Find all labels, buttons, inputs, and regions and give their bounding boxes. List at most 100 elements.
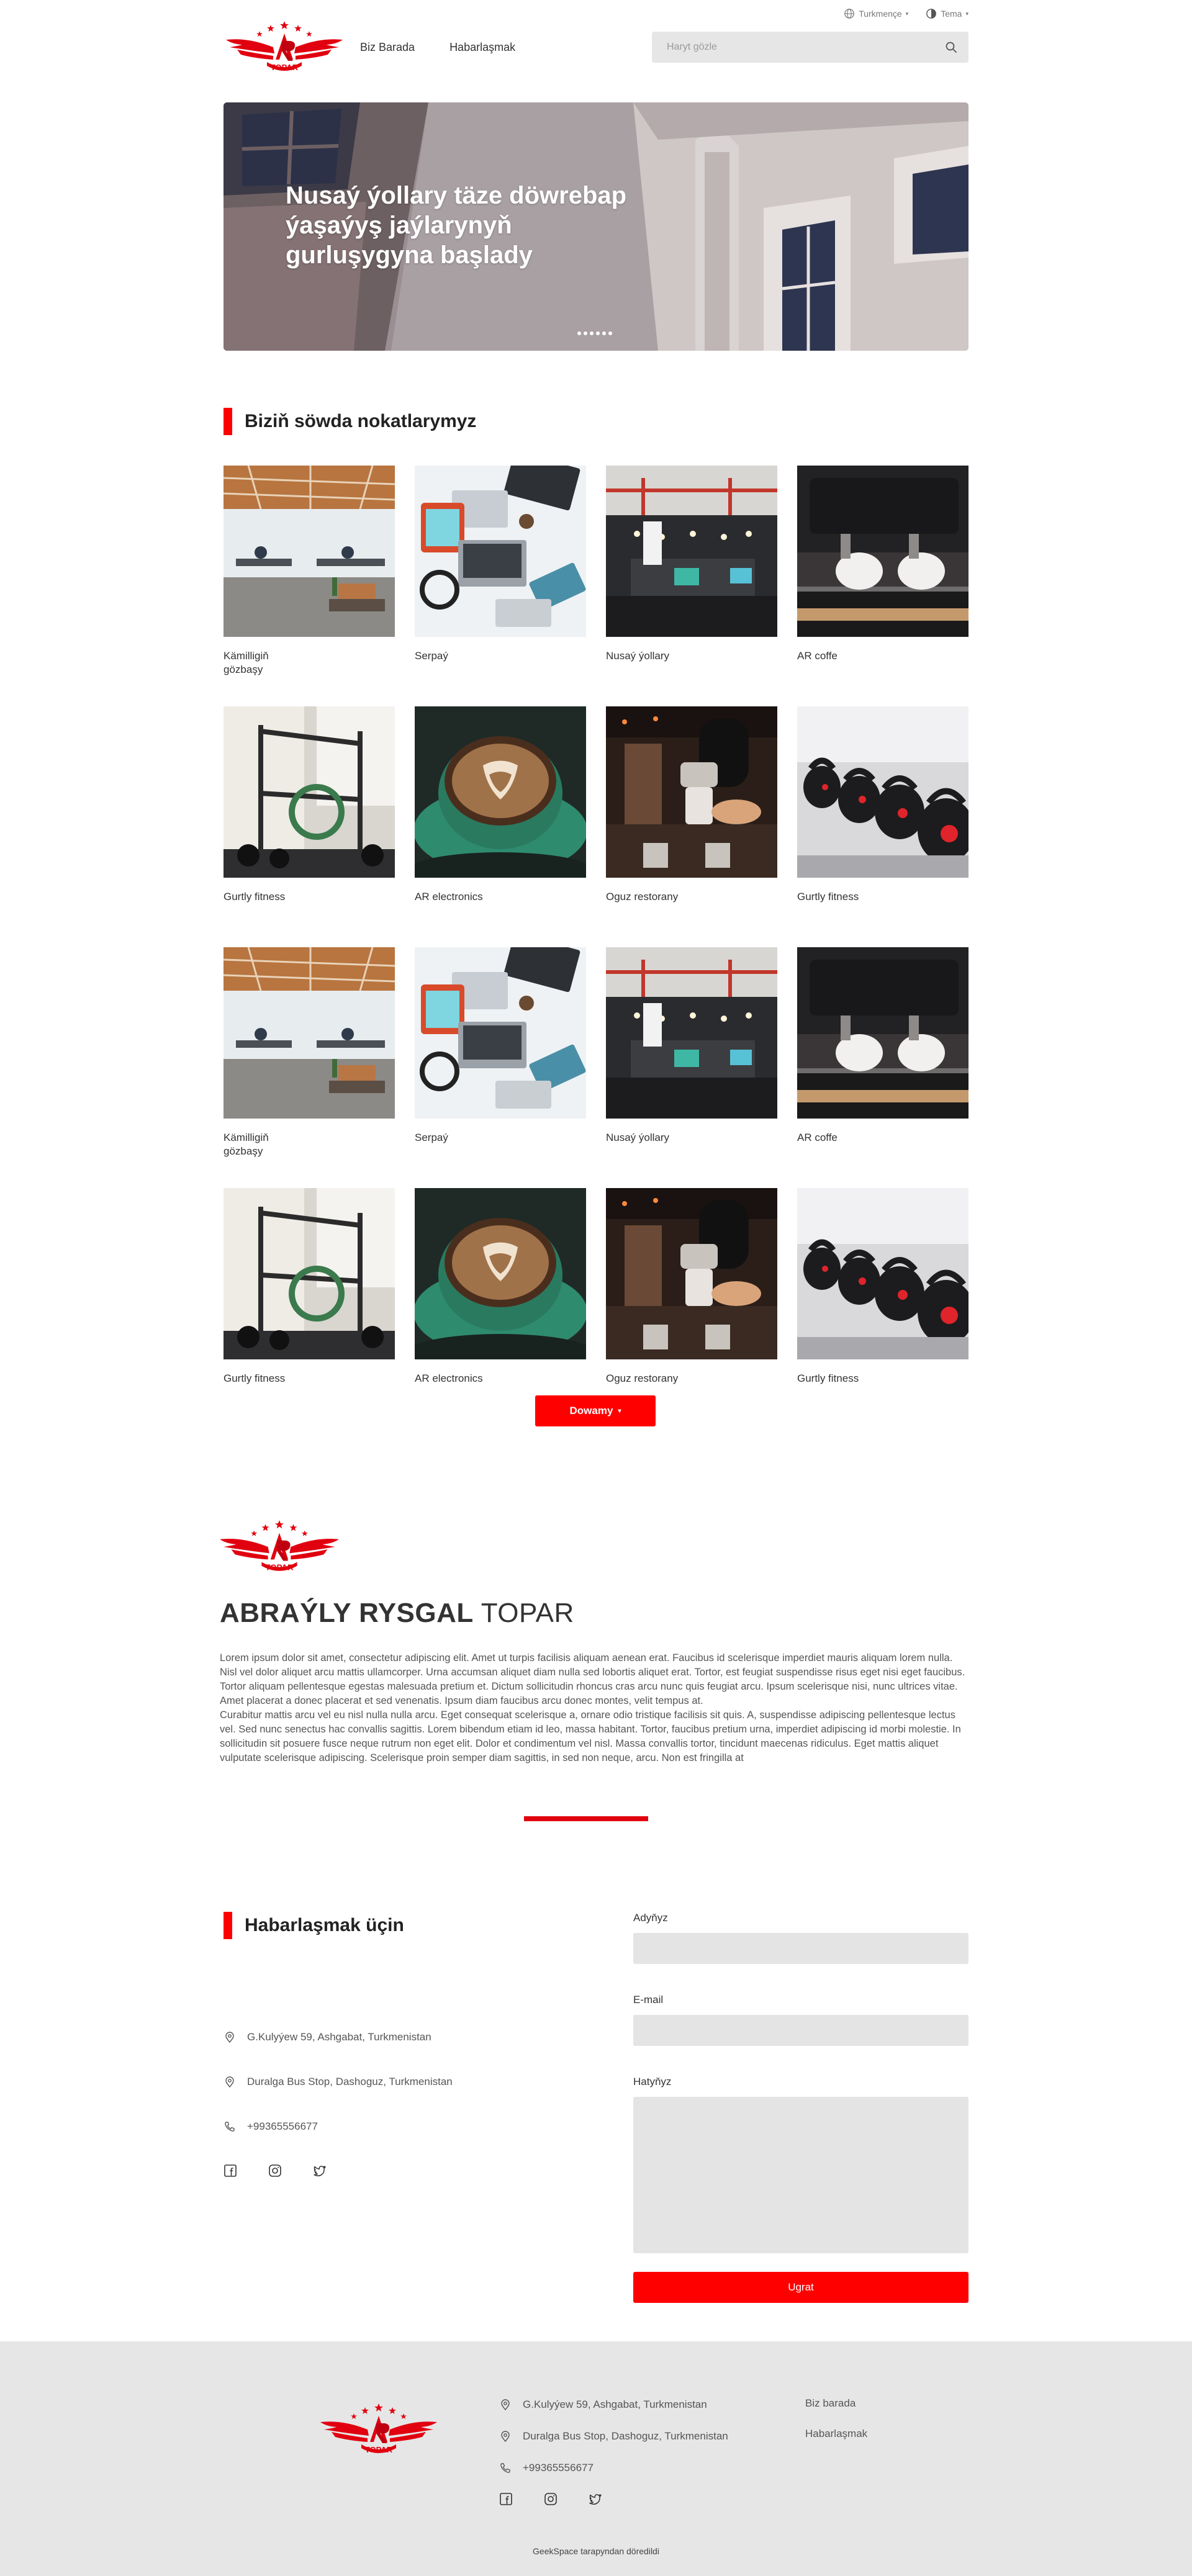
theme-switcher[interactable]: Tema ▾ [926, 8, 968, 19]
shop-card[interactable]: Serpaý [415, 947, 586, 1188]
shop-card[interactable]: Serpaý [415, 466, 586, 706]
footer-address-row: G.Kulyýew 59, Ashgabat, Turkmenistan [499, 2397, 728, 2412]
shop-card-label: Kämilligiň gözbaşy [224, 1132, 269, 1157]
theme-icon [926, 9, 937, 19]
footer-address-row: Duralga Bus Stop, Dashoguz, Turkmenistan [499, 2429, 728, 2444]
slider-dots [577, 331, 612, 335]
about-title-bold: ABRAÝLY RYSGAL [220, 1598, 474, 1628]
address-row: G.Kulyýew 59, Ashgabat, Turkmenistan [224, 2030, 453, 2045]
slider-dot[interactable] [590, 331, 594, 335]
shop-card[interactable]: AR electronics [415, 1188, 586, 1429]
office-photo [224, 466, 395, 637]
instagram-icon[interactable] [268, 2164, 282, 2177]
nav-contact-link[interactable]: Habarlaşmak [449, 41, 515, 54]
footer-link-contact[interactable]: Habarlaşmak [805, 2428, 867, 2440]
footer-contact-info: G.Kulyýew 59, Ashgabat, Turkmenistan Dur… [499, 2397, 728, 2506]
shops-grid: Kämilligiň gözbaşy Serpaý Nusaý ýollary AR … [224, 466, 968, 1429]
office-photo [224, 947, 395, 1119]
email-label: E-mail [633, 1994, 664, 2006]
location-pin-icon [225, 2076, 234, 2088]
main-nav: Biz Barada Habarlaşmak [360, 41, 515, 54]
site-header: TOPAR Biz Barada Habarlaşmak [224, 19, 968, 76]
nav-about-link[interactable]: Biz Barada [360, 41, 415, 54]
shop-card-label: Serpaý [415, 1132, 448, 1143]
phone-text: +99365556677 [247, 2120, 318, 2132]
hero-banner[interactable]: Nusaý ýollary täze döwrebap ýaşaýyş jaýl… [224, 102, 968, 351]
shop-card[interactable]: AR coffe [797, 466, 968, 706]
location-pin-icon [225, 2032, 234, 2043]
address-text: G.Kulyýew 59, Ashgabat, Turkmenistan [247, 2031, 431, 2043]
slider-dot[interactable] [577, 331, 581, 335]
shop-card-label: AR coffe [797, 1132, 838, 1143]
name-field[interactable] [633, 1933, 968, 1964]
shop-card[interactable]: Oguz restorany [606, 1188, 777, 1429]
phone-icon [225, 2122, 235, 2132]
about-paragraph: Lorem ipsum dolor sit amet, consectetur … [220, 1652, 965, 1706]
facebook-icon[interactable] [499, 2492, 513, 2506]
search-icon[interactable] [945, 41, 957, 53]
shop-card-label: Gurtly fitness [224, 891, 286, 903]
site-footer: TOPAR G.Kulyýew 59, Ashgabat, Turkmenist… [0, 2341, 1192, 2576]
name-label: Adyňyz [633, 1912, 668, 1924]
location-pin-icon [501, 2399, 510, 2411]
shop-card[interactable]: Gurtly fitness [224, 1188, 395, 1429]
search-input[interactable] [667, 42, 945, 53]
shop-card-label: Nusaý ýollary [606, 650, 670, 662]
logo-text: TOPAR [271, 63, 299, 72]
slider-dot[interactable] [608, 331, 612, 335]
send-button[interactable]: Ugrat [633, 2272, 968, 2303]
footer-link-about[interactable]: Biz barada [805, 2397, 867, 2410]
about-logo: TOPAR [220, 1520, 339, 1572]
message-field[interactable] [633, 2097, 968, 2253]
language-switcher[interactable]: Turkmençe ▾ [844, 8, 908, 19]
slider-dot[interactable] [584, 331, 587, 335]
facebook-icon[interactable] [224, 2164, 237, 2177]
globe-icon [844, 9, 855, 19]
kettlebells-photo [797, 706, 968, 878]
phone-row: +99365556677 [224, 2119, 453, 2134]
footer-phone-row: +99365556677 [499, 2461, 728, 2475]
shop-card[interactable]: Oguz restorany [606, 706, 777, 947]
espresso-machine-photo [797, 466, 968, 637]
slider-dot[interactable] [596, 331, 600, 335]
chevron-down-icon: ▾ [905, 10, 909, 17]
shop-card-label: AR electronics [415, 1372, 483, 1384]
chevron-down-icon: ▾ [618, 1407, 621, 1415]
footer-social-links [499, 2492, 728, 2506]
shop-card-label: AR coffe [797, 650, 838, 662]
shop-card[interactable]: AR electronics [415, 706, 586, 947]
footer-address-text: Duralga Bus Stop, Dashoguz, Turkmenistan [523, 2430, 728, 2442]
topar-logo[interactable]: TOPAR [224, 19, 345, 76]
shop-card[interactable]: Kämilligiň gözbaşy [224, 947, 395, 1188]
twitter-icon[interactable] [589, 2492, 602, 2506]
email-field[interactable] [633, 2015, 968, 2046]
footer-credit: GeekSpace tarapyndan döredildi [533, 2546, 659, 2556]
gym-machine-photo [224, 1188, 395, 1359]
phone-icon [500, 2463, 510, 2473]
more-button[interactable]: Dowamy ▾ [535, 1395, 656, 1426]
barista-pour-photo [606, 706, 777, 878]
contact-title: Habarlaşmak üçin [245, 1915, 404, 1935]
shop-card[interactable]: Gurtly fitness [224, 706, 395, 947]
shop-card-label: Oguz restorany [606, 1372, 679, 1384]
barista-pour-photo [606, 1188, 777, 1359]
twitter-icon[interactable] [313, 2164, 327, 2177]
footer-logo[interactable]: TOPAR [318, 2398, 440, 2461]
about-title: ABRAÝLY RYSGAL TOPAR [220, 1598, 574, 1629]
about-text: Lorem ipsum dolor sit amet, consectetur … [220, 1651, 968, 1765]
location-pin-icon [501, 2431, 510, 2443]
shop-card[interactable]: Nusaý ýollary [606, 947, 777, 1188]
slider-dot[interactable] [602, 331, 606, 335]
dark-office-photo [606, 947, 777, 1119]
instagram-icon[interactable] [544, 2492, 558, 2506]
theme-label: Tema [941, 9, 962, 19]
shop-card[interactable]: AR coffe [797, 947, 968, 1188]
search-box [652, 32, 968, 63]
shop-card[interactable]: Nusaý ýollary [606, 466, 777, 706]
shop-card[interactable]: Kämilligiň gözbaşy [224, 466, 395, 706]
accent-bar [224, 408, 232, 435]
shop-card[interactable]: Gurtly fitness [797, 706, 968, 947]
about-title-light: TOPAR [481, 1598, 574, 1628]
shop-card[interactable]: Gurtly fitness [797, 1188, 968, 1429]
language-label: Turkmençe [859, 9, 902, 19]
